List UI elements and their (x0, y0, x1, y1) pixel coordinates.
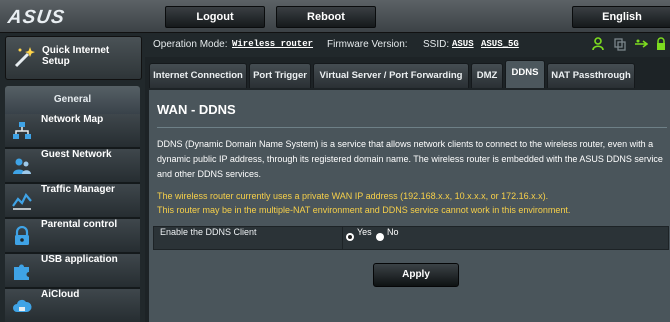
sidebar-item-label: USB application (41, 254, 118, 265)
tab-ddns[interactable]: DDNS (505, 60, 545, 88)
title-divider (157, 127, 667, 128)
lock-status-icon[interactable] (654, 37, 668, 51)
warning-line-2: This router may be in the multiple-NAT e… (157, 205, 571, 215)
ddns-yes-label[interactable]: Yes (357, 227, 372, 237)
apply-button[interactable]: Apply (373, 263, 459, 287)
ssid-link[interactable]: ASUS (452, 39, 474, 49)
magic-wand-icon (14, 47, 35, 68)
enable-ddns-row: Enable the DDNS Client Yes No (153, 226, 669, 250)
router-admin-page: ASUS Logout Reboot English Quick Interne… (0, 0, 670, 322)
usb-status-icon[interactable] (634, 37, 648, 51)
sidebar-item-guest-network[interactable]: Guest Network (5, 149, 140, 184)
sidebar-item-parental-control[interactable]: Parental control (5, 219, 140, 254)
sidebar-item-traffic-manager[interactable]: Traffic Manager (5, 184, 140, 219)
network-map-icon (13, 122, 31, 139)
sidebar-item-label: Guest Network (41, 149, 112, 160)
ddns-description: DDNS (Dynamic Domain Name System) is a s… (157, 139, 663, 179)
user-status-icon[interactable] (591, 37, 605, 51)
tab-internet-connection[interactable]: Internet Connection (149, 63, 247, 88)
sidebar: Quick Internet Setup General Network Map… (0, 33, 145, 322)
warning-message: The wireless router currently uses a pri… (157, 189, 669, 217)
traffic-manager-icon (12, 193, 32, 210)
puzzle-icon (14, 264, 29, 280)
firmware-label: Firmware Version: (327, 39, 408, 50)
ssid-5g-link[interactable]: ASUS_5G (481, 39, 519, 49)
top-bar: ASUS Logout Reboot English (0, 0, 670, 33)
operation-mode-label: Operation Mode: (153, 39, 228, 50)
sidebar-item-label: AiCloud (41, 289, 80, 300)
status-bar: Operation Mode: Wireless router Firmware… (145, 33, 670, 57)
ddns-yes-radio[interactable] (346, 233, 354, 241)
page-title: WAN - DDNS (157, 102, 236, 117)
sidebar-item-usb-application[interactable]: USB application (5, 254, 140, 289)
cloud-icon (13, 299, 32, 312)
operation-mode-link[interactable]: Wireless router (232, 39, 313, 49)
quick-internet-setup-button[interactable]: Quick Internet Setup (5, 36, 142, 80)
tab-nat-passthrough[interactable]: NAT Passthrough (547, 63, 635, 88)
quick-setup-label: Quick Internet Setup (42, 45, 110, 67)
sidebar-item-label: Network Map (41, 114, 104, 125)
language-selector[interactable]: English (572, 6, 670, 28)
warning-line-1: The wireless router currently uses a pri… (157, 191, 549, 201)
asus-logo: ASUS (6, 7, 67, 28)
copy-status-icon[interactable] (613, 37, 627, 51)
logout-button[interactable]: Logout (165, 6, 265, 28)
guest-network-icon (13, 158, 31, 174)
ddns-no-radio[interactable] (376, 233, 384, 241)
section-header-general: General (5, 86, 140, 114)
enable-ddns-label: Enable the DDNS Client (154, 227, 343, 249)
ddns-panel: WAN - DDNS DDNS (Dynamic Domain Name Sys… (149, 90, 670, 322)
lock-icon (15, 226, 29, 245)
sidebar-item-network-map[interactable]: Network Map (5, 114, 140, 149)
tab-port-trigger[interactable]: Port Trigger (249, 63, 311, 88)
ddns-no-label[interactable]: No (387, 227, 399, 237)
tab-virtual-server[interactable]: Virtual Server / Port Forwarding (313, 63, 469, 88)
main-area: Operation Mode: Wireless router Firmware… (145, 33, 670, 322)
sidebar-item-label: Traffic Manager (41, 184, 115, 195)
reboot-button[interactable]: Reboot (276, 6, 376, 28)
sidebar-item-label: Parental control (41, 219, 118, 230)
tab-dmz[interactable]: DMZ (471, 63, 503, 88)
ssid-label: SSID: (423, 39, 450, 50)
tab-bar: Internet Connection Port Trigger Virtual… (145, 60, 670, 90)
sidebar-item-aicloud[interactable]: AiCloud (5, 289, 140, 322)
